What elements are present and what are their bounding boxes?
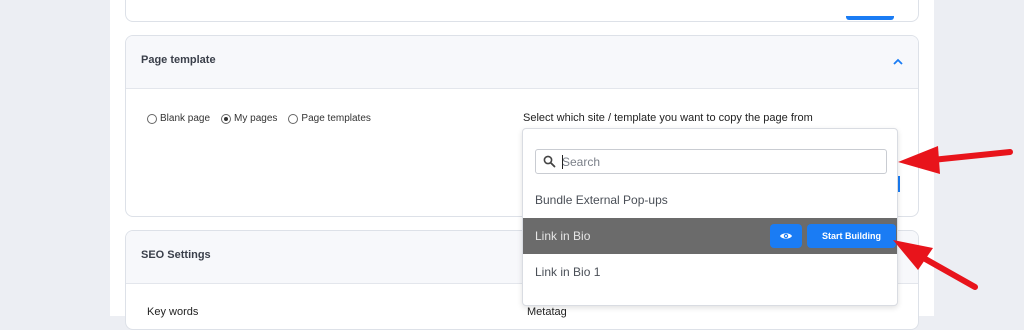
template-source-radios: Blank page My pages Page templates (147, 113, 379, 124)
text-caret (562, 155, 563, 169)
keywords-label: Key words (147, 306, 199, 318)
preview-button[interactable] (770, 224, 802, 248)
dropdown-option[interactable]: Link in Bio 1 (523, 254, 897, 290)
option-label: Bundle External Pop-ups (535, 193, 668, 207)
previous-card-button[interactable] (846, 16, 894, 20)
metatag-label: Metatag (527, 306, 567, 318)
chevron-up-icon[interactable] (892, 56, 904, 68)
select-edge (898, 176, 900, 192)
start-building-button[interactable]: Start Building (807, 224, 896, 248)
option-label: Link in Bio (535, 229, 591, 243)
radio-page-templates[interactable] (288, 113, 299, 124)
page-template-title: Page template (141, 54, 216, 66)
option-label: Link in Bio 1 (535, 265, 601, 279)
dropdown-option[interactable]: Bundle External Pop-ups (523, 182, 897, 218)
eye-icon (780, 233, 792, 239)
page-select-dropdown: Bundle External Pop-ups Link in Bio Star… (522, 128, 898, 306)
page-template-header[interactable]: Page template (126, 36, 918, 89)
search-icon (543, 155, 556, 168)
radio-blank-page[interactable] (147, 113, 157, 124)
seo-settings-title: SEO Settings (141, 249, 211, 261)
copy-source-label: Select which site / template you want to… (523, 112, 813, 124)
radio-label-page-templates: Page templates (301, 113, 371, 124)
dropdown-option-highlighted[interactable]: Link in Bio Start Building (523, 218, 897, 254)
search-input[interactable] (562, 153, 872, 170)
radio-label-blank-page: Blank page (160, 113, 211, 124)
previous-settings-card (125, 0, 919, 22)
radio-my-pages[interactable] (221, 113, 232, 124)
search-box (535, 149, 887, 174)
radio-label-my-pages: My pages (234, 113, 278, 124)
